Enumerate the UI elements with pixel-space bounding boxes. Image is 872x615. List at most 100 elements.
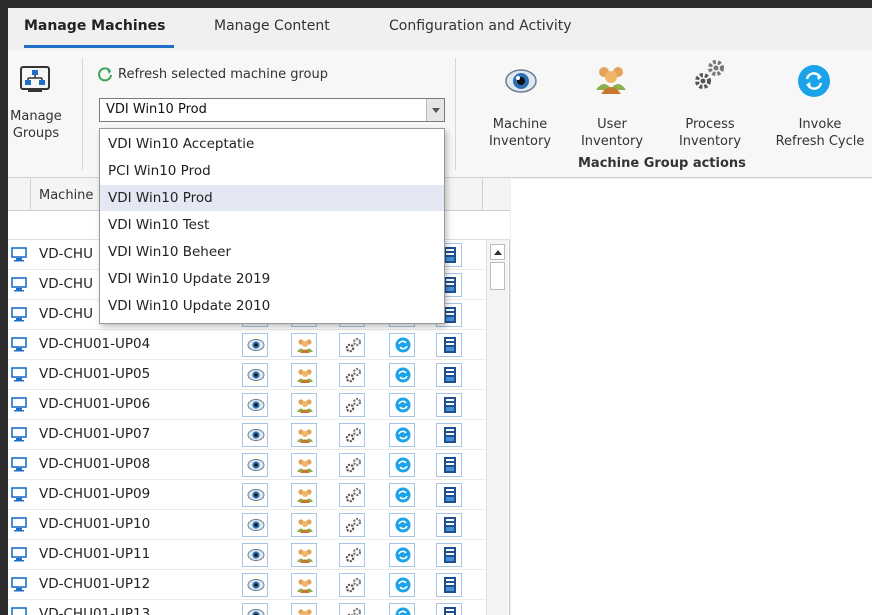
- table-row[interactable]: VD-CHU01-UP13: [8, 600, 486, 615]
- vertical-scrollbar[interactable]: [486, 240, 508, 615]
- main-tabs: Manage Machines Manage Content Configura…: [8, 8, 872, 50]
- refresh-cycle-icon: [798, 65, 830, 97]
- machine-details-icon[interactable]: [436, 333, 462, 357]
- machine-details-icon[interactable]: [436, 393, 462, 417]
- process-inventory-icon[interactable]: [339, 363, 365, 387]
- process-inventory-icon[interactable]: [339, 453, 365, 477]
- table-row[interactable]: VD-CHU01-UP04: [8, 330, 486, 360]
- machine-inventory-icon[interactable]: [242, 603, 268, 615]
- refresh-cycle-icon[interactable]: [389, 513, 415, 537]
- window-frame: [0, 0, 872, 8]
- table-row[interactable]: VD-CHU01-UP07: [8, 420, 486, 450]
- computer-icon: [11, 457, 27, 472]
- computer-icon: [11, 367, 27, 382]
- dropdown-option[interactable]: PCI Win10 Prod: [100, 158, 444, 184]
- process-inventory-icon[interactable]: [339, 513, 365, 537]
- process-inventory-icon[interactable]: [339, 393, 365, 417]
- dropdown-option[interactable]: VDI Win10 Test: [100, 212, 444, 238]
- scroll-thumb[interactable]: [490, 262, 505, 290]
- dropdown-option[interactable]: VDI Win10 Beheer: [100, 239, 444, 265]
- machine-details-icon[interactable]: [436, 363, 462, 387]
- machine-details-icon[interactable]: [436, 483, 462, 507]
- details-pane: [511, 179, 872, 615]
- chevron-down-icon[interactable]: [426, 99, 444, 121]
- user-inventory-line2: Inventory: [580, 134, 644, 149]
- machine-name: VD-CHU: [39, 306, 93, 322]
- machine-details-icon[interactable]: [436, 573, 462, 597]
- column-header-machine[interactable]: Machine: [39, 188, 93, 203]
- machine-details-icon[interactable]: [436, 423, 462, 447]
- refresh-group-label: Refresh selected machine group: [118, 66, 328, 82]
- user-inventory-icon[interactable]: [291, 453, 317, 477]
- user-inventory-icon[interactable]: [291, 573, 317, 597]
- refresh-cycle-icon[interactable]: [389, 423, 415, 447]
- machine-inventory-icon[interactable]: [242, 363, 268, 387]
- process-inventory-icon[interactable]: [339, 483, 365, 507]
- user-inventory-icon[interactable]: [291, 333, 317, 357]
- scroll-up-button[interactable]: [490, 244, 505, 260]
- process-inventory-icon[interactable]: [339, 543, 365, 567]
- user-inventory-icon[interactable]: [291, 603, 317, 615]
- user-inventory-icon[interactable]: [291, 423, 317, 447]
- computer-icon: [11, 487, 27, 502]
- process-inventory-icon[interactable]: [339, 333, 365, 357]
- machine-inventory-icon[interactable]: [242, 393, 268, 417]
- machine-group-actions-label: Machine Group actions: [578, 156, 746, 171]
- machine-name: VD-CHU01-UP06: [39, 396, 151, 412]
- process-inventory-icon[interactable]: [339, 603, 365, 615]
- process-inventory-icon[interactable]: [339, 423, 365, 447]
- machine-name: VD-CHU01-UP11: [39, 546, 151, 562]
- table-row[interactable]: VD-CHU01-UP05: [8, 360, 486, 390]
- machine-details-icon[interactable]: [436, 543, 462, 567]
- invoke-refresh-line2: Refresh Cycle: [775, 134, 865, 149]
- machine-inventory-icon[interactable]: [242, 513, 268, 537]
- table-row[interactable]: VD-CHU01-UP12: [8, 570, 486, 600]
- refresh-group-button[interactable]: Refresh selected machine group: [97, 66, 328, 82]
- user-inventory-icon[interactable]: [291, 483, 317, 507]
- refresh-cycle-icon[interactable]: [389, 603, 415, 615]
- user-inventory-icon[interactable]: [291, 513, 317, 537]
- tab-configuration-and-activity[interactable]: Configuration and Activity: [389, 18, 572, 34]
- process-inventory-icon[interactable]: [339, 573, 365, 597]
- machine-inventory-icon[interactable]: [242, 423, 268, 447]
- users-icon: [596, 67, 626, 94]
- machine-inventory-icon[interactable]: [242, 453, 268, 477]
- process-inventory-line1: Process: [685, 117, 735, 132]
- machine-inventory-icon[interactable]: [242, 573, 268, 597]
- machine-name: VD-CHU01-UP13: [39, 606, 151, 615]
- refresh-cycle-icon[interactable]: [389, 453, 415, 477]
- refresh-cycle-icon[interactable]: [389, 333, 415, 357]
- user-inventory-icon[interactable]: [291, 393, 317, 417]
- refresh-cycle-icon[interactable]: [389, 393, 415, 417]
- table-row[interactable]: VD-CHU01-UP11: [8, 540, 486, 570]
- dropdown-option[interactable]: VDI Win10 Prod: [100, 185, 444, 211]
- dropdown-option[interactable]: VDI Win10 Update 2019: [100, 266, 444, 292]
- machine-inventory-icon[interactable]: [242, 543, 268, 567]
- table-row[interactable]: VD-CHU01-UP09: [8, 480, 486, 510]
- refresh-cycle-icon[interactable]: [389, 543, 415, 567]
- tab-manage-machines[interactable]: Manage Machines: [24, 18, 165, 34]
- machine-details-icon[interactable]: [436, 513, 462, 537]
- refresh-cycle-icon[interactable]: [389, 363, 415, 387]
- machine-inventory-icon[interactable]: [242, 483, 268, 507]
- user-inventory-icon[interactable]: [291, 543, 317, 567]
- table-row[interactable]: VD-CHU01-UP06: [8, 390, 486, 420]
- ribbon-separator: [82, 58, 83, 170]
- machine-group-select[interactable]: VDI Win10 Prod: [99, 98, 445, 122]
- refresh-icon: [98, 67, 112, 82]
- user-inventory-icon[interactable]: [291, 363, 317, 387]
- machine-name: VD-CHU01-UP09: [39, 486, 151, 502]
- dropdown-option[interactable]: VDI Win10 Update 2010: [100, 293, 444, 319]
- refresh-cycle-icon[interactable]: [389, 573, 415, 597]
- machine-details-icon[interactable]: [436, 453, 462, 477]
- machine-name: VD-CHU01-UP08: [39, 456, 151, 472]
- table-row[interactable]: VD-CHU01-UP10: [8, 510, 486, 540]
- machine-name: VD-CHU01-UP12: [39, 576, 151, 592]
- machine-inventory-icon[interactable]: [242, 333, 268, 357]
- table-row[interactable]: VD-CHU01-UP08: [8, 450, 486, 480]
- refresh-cycle-icon[interactable]: [389, 483, 415, 507]
- application-window: Manage Machines Manage Content Configura…: [8, 8, 872, 615]
- tab-manage-content[interactable]: Manage Content: [214, 18, 330, 34]
- dropdown-option[interactable]: VDI Win10 Acceptatie: [100, 131, 444, 157]
- machine-details-icon[interactable]: [436, 603, 462, 615]
